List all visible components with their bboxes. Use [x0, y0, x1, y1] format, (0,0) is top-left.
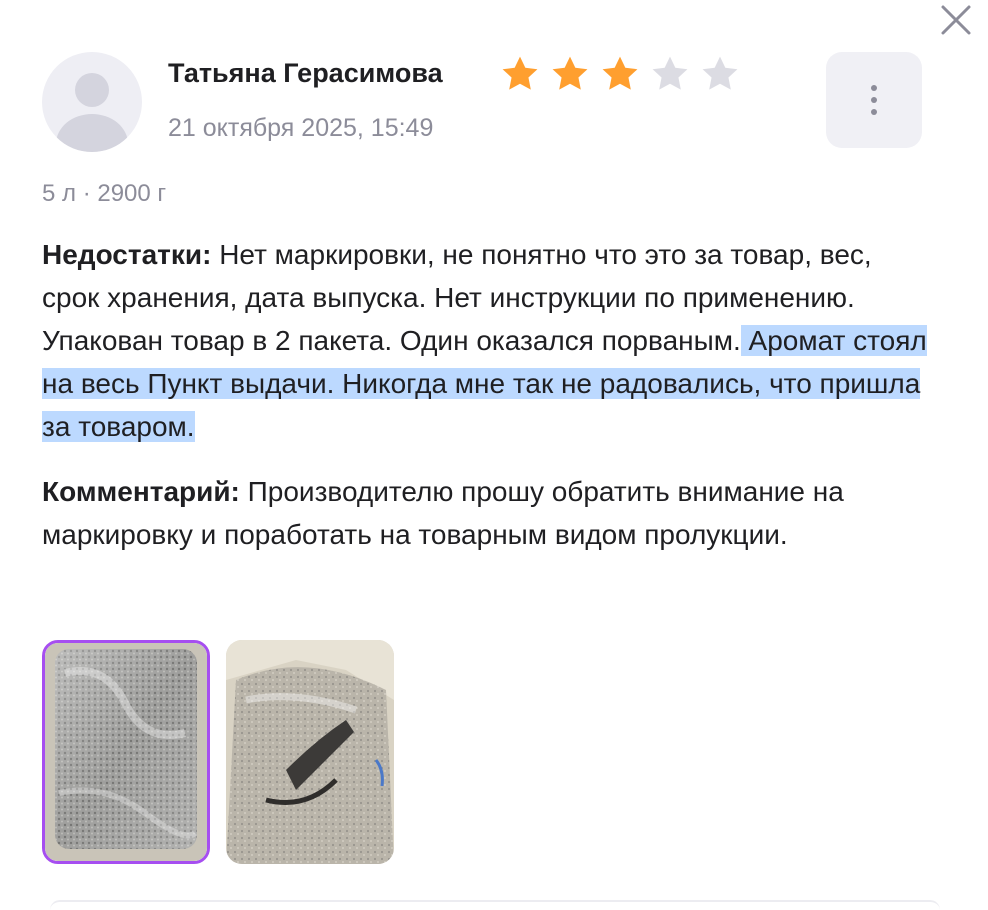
comment-label: Комментарий: — [42, 476, 240, 507]
author-name: Татьяна Герасимова — [168, 58, 443, 88]
next-review-edge — [50, 900, 940, 910]
more-vertical-icon — [871, 85, 877, 115]
close-icon — [941, 5, 971, 35]
star-icon — [702, 56, 738, 90]
rating-stars — [496, 52, 744, 96]
star-icon — [652, 56, 688, 90]
photo-bag-granules — [45, 643, 207, 861]
review-photo-1[interactable] — [42, 640, 210, 864]
star-icon — [552, 56, 588, 90]
photo-bag-torn — [226, 640, 394, 864]
more-options-button[interactable] — [826, 52, 922, 148]
star-icon — [602, 56, 638, 90]
product-variant: 5 л · 2900 г — [42, 180, 167, 207]
review-date: 21 октября 2025, 15:49 — [168, 114, 434, 142]
comment-paragraph: Комментарий: Производителю прошу обратит… — [42, 470, 932, 556]
cons-label: Недостатки: — [42, 239, 212, 270]
avatar — [42, 52, 142, 152]
star-icon — [502, 56, 538, 90]
review-photo-2[interactable] — [226, 640, 394, 864]
user-avatar-icon — [56, 73, 128, 152]
cons-paragraph: Недостатки: Нет маркировки, не понятно ч… — [42, 233, 932, 448]
close-button[interactable] — [936, 0, 976, 40]
